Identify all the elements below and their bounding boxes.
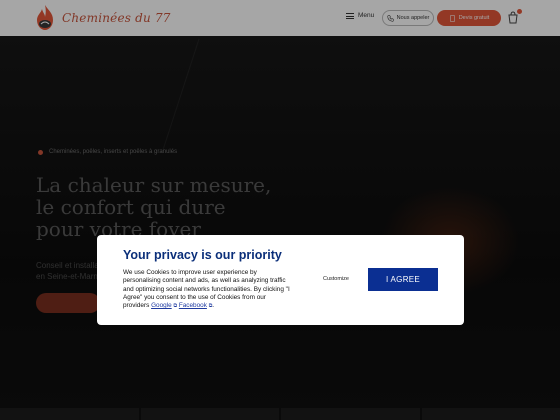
- cookie-consent-dialog: Your privacy is our priority We use Cook…: [97, 235, 464, 325]
- external-link-icon: ⧉: [173, 303, 178, 310]
- cookie-body-text: We use Cookies to improve user experienc…: [123, 269, 290, 310]
- modal-overlay: [0, 0, 560, 420]
- google-link[interactable]: Google: [151, 302, 172, 309]
- cookie-dialog-text: We use Cookies to improve user experienc…: [123, 269, 290, 310]
- external-link-icon: ⧉: [208, 303, 213, 310]
- cookie-dialog-title: Your privacy is our priority: [123, 248, 282, 262]
- customize-button[interactable]: Customize: [323, 276, 349, 282]
- agree-button[interactable]: I AGREE: [368, 268, 438, 291]
- facebook-link[interactable]: Facebook: [179, 302, 207, 309]
